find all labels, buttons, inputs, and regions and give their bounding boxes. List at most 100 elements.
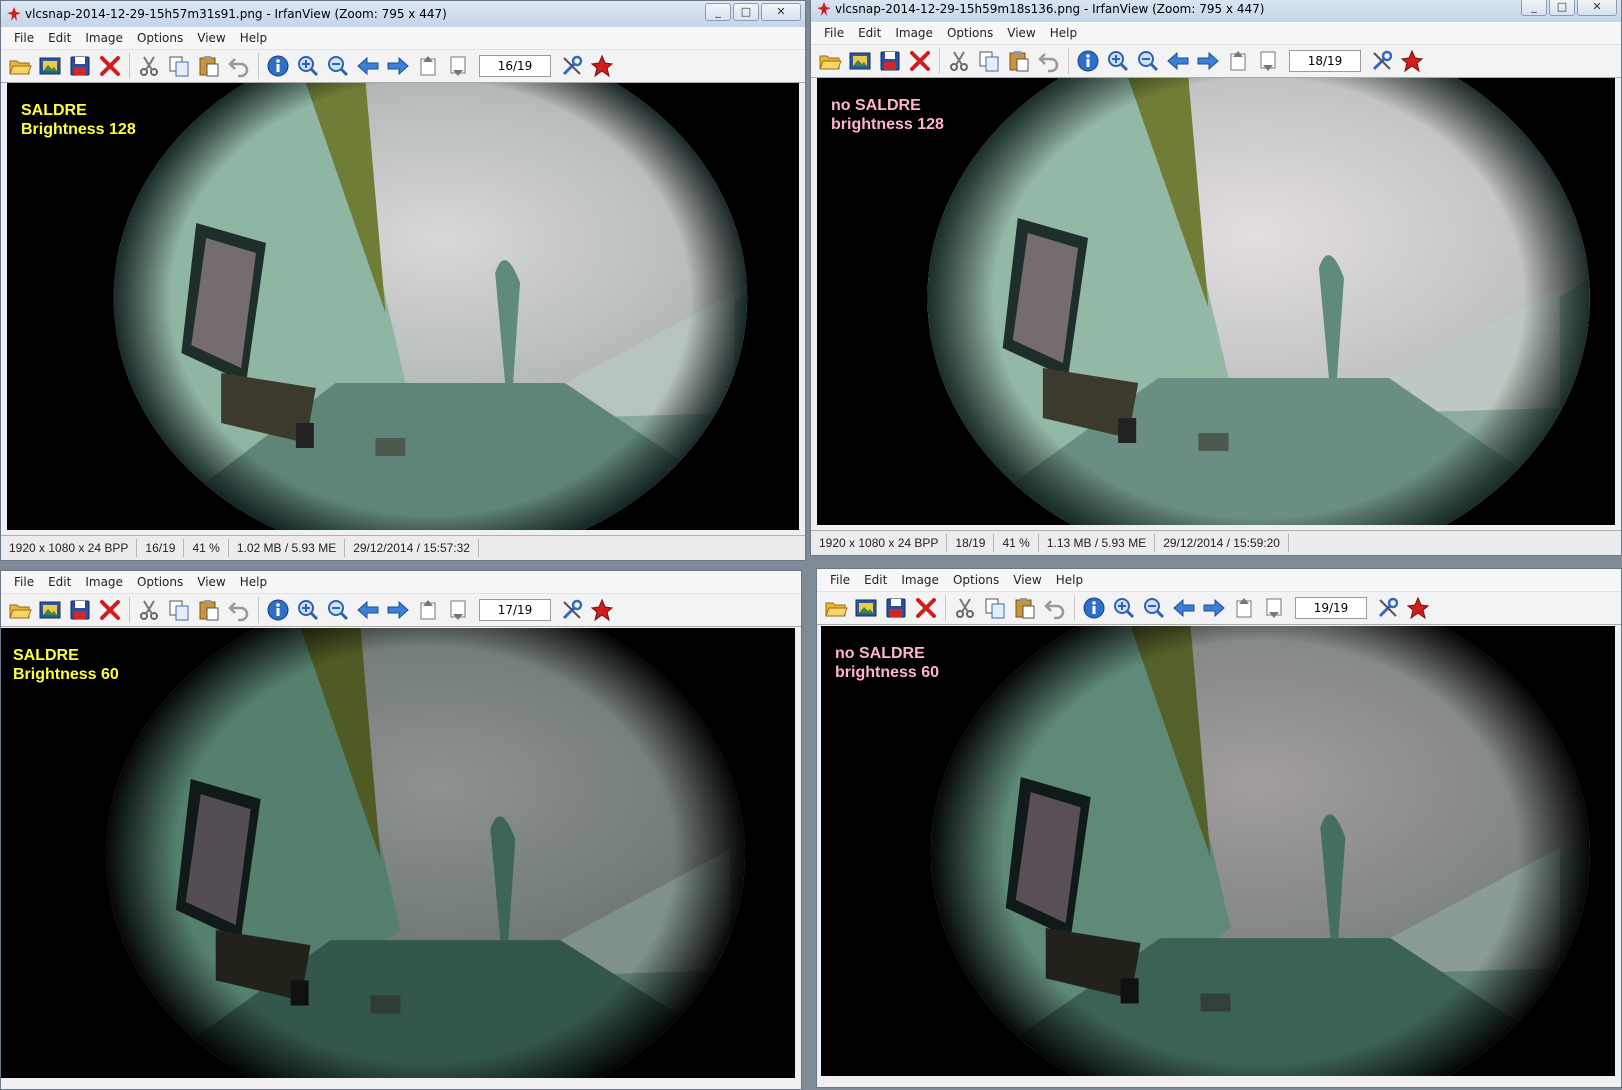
page-number-field[interactable]: 18/19: [1289, 50, 1361, 72]
first-page-icon[interactable]: [1229, 593, 1259, 623]
menu-help[interactable]: Help: [233, 31, 274, 45]
delete-icon[interactable]: [911, 593, 941, 623]
paste-icon[interactable]: [194, 51, 224, 81]
delete-icon[interactable]: [95, 51, 125, 81]
title-bar[interactable]: vlcsnap-2014-12-29-15h57m31s91.png - Irf…: [1, 1, 805, 27]
menu-image[interactable]: Image: [78, 575, 130, 589]
zoom-out-icon[interactable]: [323, 51, 353, 81]
first-page-icon[interactable]: [413, 51, 443, 81]
copy-icon[interactable]: [974, 46, 1004, 76]
delete-icon[interactable]: [95, 595, 125, 625]
irfanview-logo-icon[interactable]: [587, 595, 617, 625]
info-icon[interactable]: [263, 595, 293, 625]
menu-options[interactable]: Options: [130, 575, 190, 589]
menu-edit[interactable]: Edit: [41, 575, 78, 589]
menu-options[interactable]: Options: [940, 26, 1000, 40]
save-icon[interactable]: [65, 595, 95, 625]
last-page-icon[interactable]: [443, 595, 473, 625]
info-icon[interactable]: [1079, 593, 1109, 623]
page-number-field[interactable]: 19/19: [1295, 597, 1367, 619]
first-page-icon[interactable]: [413, 595, 443, 625]
zoom-in-icon[interactable]: [1103, 46, 1133, 76]
options-tools-icon[interactable]: [557, 51, 587, 81]
menu-file[interactable]: File: [823, 573, 857, 587]
menu-options[interactable]: Options: [130, 31, 190, 45]
next-arrow-icon[interactable]: [1199, 593, 1229, 623]
image-view[interactable]: SALDRE Brightness 128: [7, 83, 799, 530]
previous-arrow-icon[interactable]: [1169, 593, 1199, 623]
menu-image[interactable]: Image: [78, 31, 130, 45]
cut-icon[interactable]: [944, 46, 974, 76]
irfanview-logo-icon[interactable]: [1397, 46, 1427, 76]
open-folder-icon[interactable]: [821, 593, 851, 623]
slideshow-icon[interactable]: [35, 595, 65, 625]
slideshow-icon[interactable]: [845, 46, 875, 76]
menu-image[interactable]: Image: [894, 573, 946, 587]
minimize-button[interactable]: _: [705, 3, 731, 21]
info-icon[interactable]: [263, 51, 293, 81]
next-arrow-icon[interactable]: [1193, 46, 1223, 76]
options-tools-icon[interactable]: [1367, 46, 1397, 76]
menu-help[interactable]: Help: [233, 575, 274, 589]
menu-view[interactable]: View: [190, 575, 232, 589]
paste-icon[interactable]: [194, 595, 224, 625]
menu-help[interactable]: Help: [1049, 573, 1090, 587]
title-bar[interactable]: vlcsnap-2014-12-29-15h59m18s136.png - Ir…: [811, 0, 1621, 22]
previous-arrow-icon[interactable]: [353, 595, 383, 625]
irfanview-logo-icon[interactable]: [587, 51, 617, 81]
menu-file[interactable]: File: [7, 31, 41, 45]
image-view[interactable]: no SALDRE brightness 128: [817, 78, 1615, 525]
open-folder-icon[interactable]: [5, 595, 35, 625]
menu-options[interactable]: Options: [946, 573, 1006, 587]
undo-icon[interactable]: [1040, 593, 1070, 623]
options-tools-icon[interactable]: [1373, 593, 1403, 623]
page-number-field[interactable]: 16/19: [479, 55, 551, 77]
image-view[interactable]: no SALDRE brightness 60: [821, 626, 1615, 1076]
last-page-icon[interactable]: [1253, 46, 1283, 76]
delete-icon[interactable]: [905, 46, 935, 76]
zoom-out-icon[interactable]: [1139, 593, 1169, 623]
copy-icon[interactable]: [980, 593, 1010, 623]
maximize-button[interactable]: □: [733, 3, 759, 21]
menu-view[interactable]: View: [1000, 26, 1042, 40]
next-arrow-icon[interactable]: [383, 51, 413, 81]
menu-edit[interactable]: Edit: [857, 573, 894, 587]
zoom-in-icon[interactable]: [293, 595, 323, 625]
menu-edit[interactable]: Edit: [851, 26, 888, 40]
first-page-icon[interactable]: [1223, 46, 1253, 76]
copy-icon[interactable]: [164, 51, 194, 81]
last-page-icon[interactable]: [443, 51, 473, 81]
close-button[interactable]: ✕: [761, 3, 801, 21]
image-view[interactable]: SALDRE Brightness 60: [1, 628, 795, 1078]
maximize-button[interactable]: □: [1549, 0, 1575, 16]
save-icon[interactable]: [881, 593, 911, 623]
menu-edit[interactable]: Edit: [41, 31, 78, 45]
undo-icon[interactable]: [1034, 46, 1064, 76]
menu-help[interactable]: Help: [1043, 26, 1084, 40]
open-folder-icon[interactable]: [815, 46, 845, 76]
previous-arrow-icon[interactable]: [353, 51, 383, 81]
zoom-out-icon[interactable]: [1133, 46, 1163, 76]
page-number-field[interactable]: 17/19: [479, 599, 551, 621]
slideshow-icon[interactable]: [851, 593, 881, 623]
menu-image[interactable]: Image: [888, 26, 940, 40]
save-icon[interactable]: [65, 51, 95, 81]
previous-arrow-icon[interactable]: [1163, 46, 1193, 76]
copy-icon[interactable]: [164, 595, 194, 625]
slideshow-icon[interactable]: [35, 51, 65, 81]
info-icon[interactable]: [1073, 46, 1103, 76]
open-folder-icon[interactable]: [5, 51, 35, 81]
next-arrow-icon[interactable]: [383, 595, 413, 625]
close-button[interactable]: ✕: [1577, 0, 1617, 16]
cut-icon[interactable]: [950, 593, 980, 623]
zoom-in-icon[interactable]: [293, 51, 323, 81]
last-page-icon[interactable]: [1259, 593, 1289, 623]
paste-icon[interactable]: [1010, 593, 1040, 623]
paste-icon[interactable]: [1004, 46, 1034, 76]
zoom-in-icon[interactable]: [1109, 593, 1139, 623]
menu-view[interactable]: View: [190, 31, 232, 45]
zoom-out-icon[interactable]: [323, 595, 353, 625]
undo-icon[interactable]: [224, 595, 254, 625]
options-tools-icon[interactable]: [557, 595, 587, 625]
undo-icon[interactable]: [224, 51, 254, 81]
